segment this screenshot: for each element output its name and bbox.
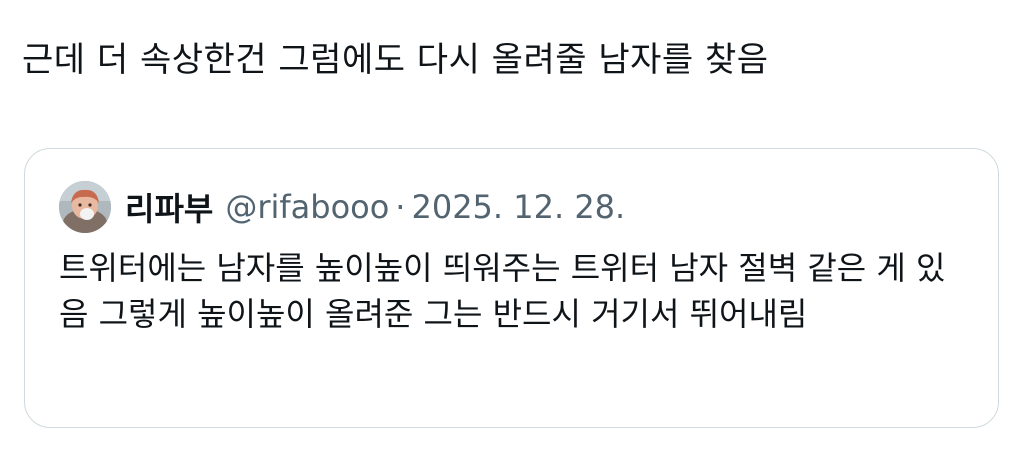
quoted-tweet-card[interactable]: 리파부 @rifabooo · 2025. 12. 28. 트위터에는 남자를 … bbox=[24, 148, 999, 428]
avatar[interactable] bbox=[59, 181, 111, 233]
tweet-text: 근데 더 속상한건 그럼에도 다시 올려줄 남자를 찾음 bbox=[22, 40, 769, 80]
display-name[interactable]: 리파부 bbox=[125, 184, 213, 230]
separator-dot: · bbox=[395, 188, 406, 226]
user-handle[interactable]: @rifabooo bbox=[225, 188, 389, 226]
tweet-date[interactable]: 2025. 12. 28. bbox=[411, 188, 625, 226]
profile-avatar-icon bbox=[59, 181, 111, 233]
quoted-tweet-text: 트위터에는 남자를 높이높이 띄워주는 트위터 남자 절벽 같은 게 있음 그렇… bbox=[59, 249, 946, 333]
quoted-tweet-header: 리파부 @rifabooo · 2025. 12. 28. bbox=[59, 181, 625, 233]
